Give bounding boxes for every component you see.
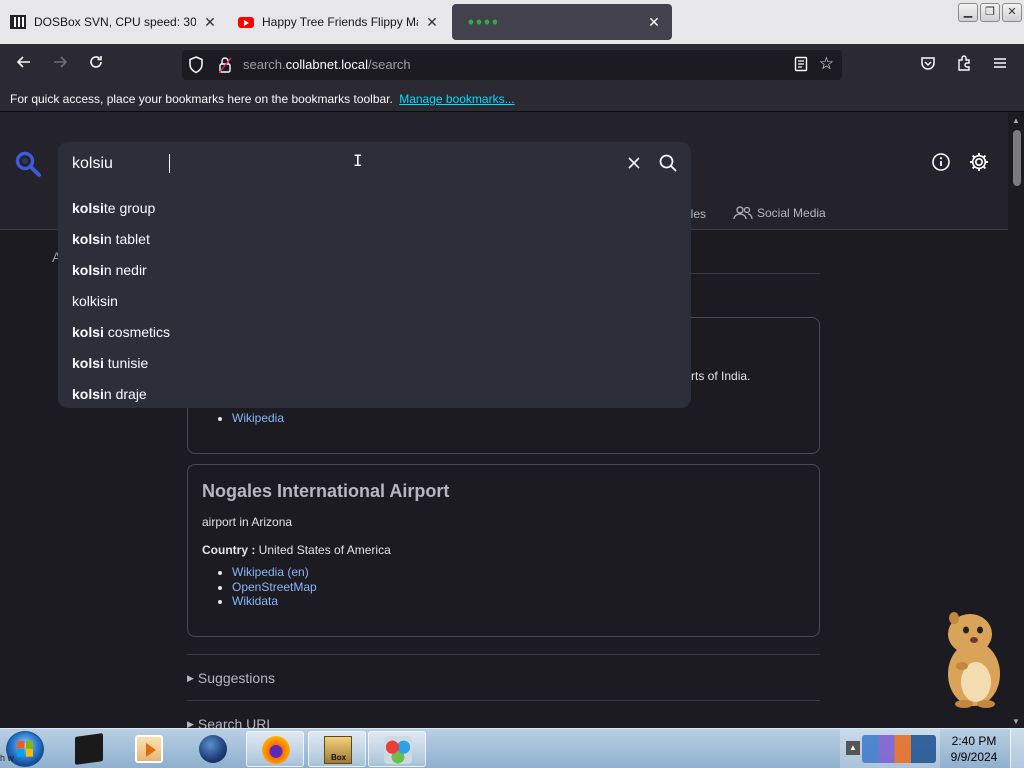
scroll-up-icon[interactable]: ▲ <box>1012 116 1020 125</box>
bookmarks-toolbar: For quick access, place your bookmarks h… <box>0 86 1024 112</box>
url-bar[interactable]: search.collabnet.local/search ☆ <box>182 50 842 80</box>
page-scrollbar[interactable]: ▲ ▼ <box>1008 112 1024 728</box>
taskbar-app-globe[interactable] <box>184 731 242 767</box>
pocket-icon[interactable] <box>920 55 936 71</box>
close-tab-icon[interactable]: ✕ <box>646 14 662 31</box>
page-content: I iles Social Media kolsite groupkolsin … <box>0 112 1024 728</box>
scroll-down-icon[interactable]: ▼ <box>1012 717 1020 726</box>
taskbar-clock[interactable]: 2:40 PM 9/9/2024 <box>940 733 1008 765</box>
search-box: I <box>58 142 691 186</box>
black-window-icon <box>75 733 103 765</box>
infobox-card-nogales: Nogales International Airport airport in… <box>187 464 820 637</box>
infobox-country: Country : United States of America <box>202 543 391 557</box>
ibeam-cursor-icon: I <box>353 151 363 170</box>
tab-happy-tree-friends[interactable]: Happy Tree Friends Flippy Ma ✕ <box>228 4 450 40</box>
lock-icon <box>218 57 232 74</box>
manage-bookmarks-link[interactable]: Manage bookmarks... <box>399 92 514 106</box>
text-caret <box>169 154 170 173</box>
clear-search-icon[interactable] <box>626 155 642 171</box>
taskbar-overlap-text: h w <box>0 753 15 763</box>
searxng-logo-search-icon[interactable] <box>14 150 42 178</box>
gear-icon[interactable] <box>968 151 990 173</box>
scroll-thumb[interactable] <box>1013 130 1021 186</box>
reader-view-icon <box>794 56 808 72</box>
network-people-icon <box>384 736 412 764</box>
autocomplete-item[interactable]: kolsi cosmetics <box>58 322 691 353</box>
clock-time: 2:40 PM <box>951 734 997 748</box>
search-input[interactable] <box>72 153 572 175</box>
restore-button[interactable]: ❐ <box>980 3 1000 22</box>
reload-button[interactable] <box>82 52 110 78</box>
suggestions-toggle[interactable]: ▶ Suggestions <box>187 670 275 686</box>
green-dots-icon <box>462 14 502 30</box>
forward-button[interactable] <box>46 52 74 78</box>
infobox-title[interactable]: Nogales International Airport <box>202 481 449 502</box>
close-tab-icon[interactable]: ✕ <box>424 14 440 31</box>
link-openstreetmap[interactable]: OpenStreetMap <box>232 580 317 595</box>
search-url-toggle[interactable]: ▶ Search URL <box>187 716 274 728</box>
info-icon[interactable] <box>931 152 951 172</box>
close-window-button[interactable]: ✕ <box>1002 3 1022 22</box>
extensions-icon[interactable] <box>956 55 972 71</box>
divider <box>187 700 820 701</box>
firefox-icon <box>262 736 290 764</box>
taskbar-app-network[interactable] <box>368 731 426 767</box>
category-social-media-tab[interactable]: Social Media <box>733 206 826 220</box>
disclosure-triangle-icon: ▶ <box>187 719 194 728</box>
tab-title: DOSBox SVN, CPU speed: 3000 <box>34 15 196 29</box>
back-button[interactable] <box>10 52 38 78</box>
minimize-button[interactable]: ▁ <box>958 3 978 22</box>
autocomplete-item[interactable]: kolsin draje <box>58 384 691 415</box>
people-icon <box>733 206 753 220</box>
autocomplete-item[interactable]: kolsin tablet <box>58 229 691 260</box>
show-desktop-button[interactable] <box>1010 729 1024 768</box>
autocomplete-item[interactable]: kolsi tunisie <box>58 353 691 384</box>
hamster-mascot-icon <box>948 612 1000 708</box>
hamburger-menu-icon[interactable] <box>992 55 1008 71</box>
show-hidden-icons-icon[interactable]: ▲ <box>846 741 860 755</box>
tray-icons[interactable] <box>862 735 936 763</box>
windows-taskbar: h w Box ▲ 2:40 PM 9/9/2024 <box>0 728 1024 768</box>
bookmarks-message: For quick access, place your bookmarks h… <box>10 92 393 106</box>
globe-icon <box>199 735 227 763</box>
link-wikidata[interactable]: Wikidata <box>232 594 317 609</box>
reload-icon <box>90 56 102 68</box>
infobox-description: airport in Arizona <box>202 515 293 529</box>
autocomplete-item[interactable]: kolsite group <box>58 198 691 229</box>
tracking-shield-icon <box>189 56 203 74</box>
search-submit-icon[interactable] <box>658 153 678 173</box>
tab-title: Happy Tree Friends Flippy Ma <box>262 15 418 29</box>
infobox-links: Wikipedia (en) OpenStreetMap Wikidata <box>232 565 317 609</box>
divider <box>187 654 820 655</box>
forward-arrow-icon <box>54 56 68 68</box>
taskbar-app-firefox[interactable] <box>246 731 304 767</box>
link-wikipedia-en[interactable]: Wikipedia (en) <box>232 565 317 580</box>
navigation-toolbar: search.collabnet.local/search ☆ <box>0 44 1024 86</box>
window-controls: ▁ ❐ ✕ <box>958 3 1022 22</box>
url-text: search.collabnet.local/search <box>243 57 411 72</box>
disclosure-triangle-icon: ▶ <box>187 673 194 683</box>
autocomplete-item[interactable]: kolsin nedir <box>58 260 691 291</box>
media-player-icon <box>135 735 163 763</box>
taskbar-app-box[interactable]: Box <box>308 731 366 767</box>
close-tab-icon[interactable]: ✕ <box>202 14 218 31</box>
tab-active[interactable]: ✕ <box>452 4 672 40</box>
tab-dosbox[interactable]: DOSBox SVN, CPU speed: 3000 ✕ <box>0 4 228 40</box>
infobox-description: rts of India. <box>691 369 751 383</box>
taskbar-app-dosbox[interactable] <box>60 731 118 767</box>
youtube-icon <box>238 14 254 30</box>
box-app-icon: Box <box>324 736 352 764</box>
system-tray: ▲ <box>840 729 940 768</box>
back-arrow-icon <box>16 56 30 68</box>
tab-strip: DOSBox SVN, CPU speed: 3000 ✕ Happy Tree… <box>0 0 1024 44</box>
taskbar-app-media-player[interactable] <box>120 731 178 767</box>
dosbox-icon <box>10 14 26 30</box>
autocomplete-item[interactable]: kolkisin <box>58 291 691 322</box>
clock-date: 9/9/2024 <box>950 750 998 764</box>
bookmark-star-icon[interactable]: ☆ <box>819 55 834 73</box>
autocomplete-dropdown: kolsite group kolsin tablet kolsin nedir ko… <box>58 186 691 408</box>
